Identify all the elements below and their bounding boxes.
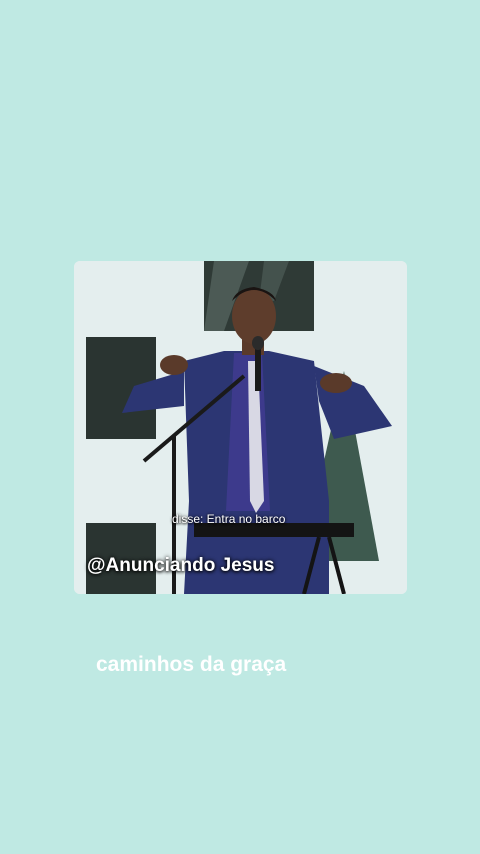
speaker-photo [74,261,407,594]
channel-watermark: @Anunciando Jesus [87,555,275,576]
video-thumbnail[interactable]: disse: Entra no barco @Anunciando Jesus [74,261,407,594]
status-caption: caminhos da graça [96,653,287,676]
video-subtitle: disse: Entra no barco [172,512,286,526]
status-screen: disse: Entra no barco @Anunciando Jesus … [0,0,480,854]
